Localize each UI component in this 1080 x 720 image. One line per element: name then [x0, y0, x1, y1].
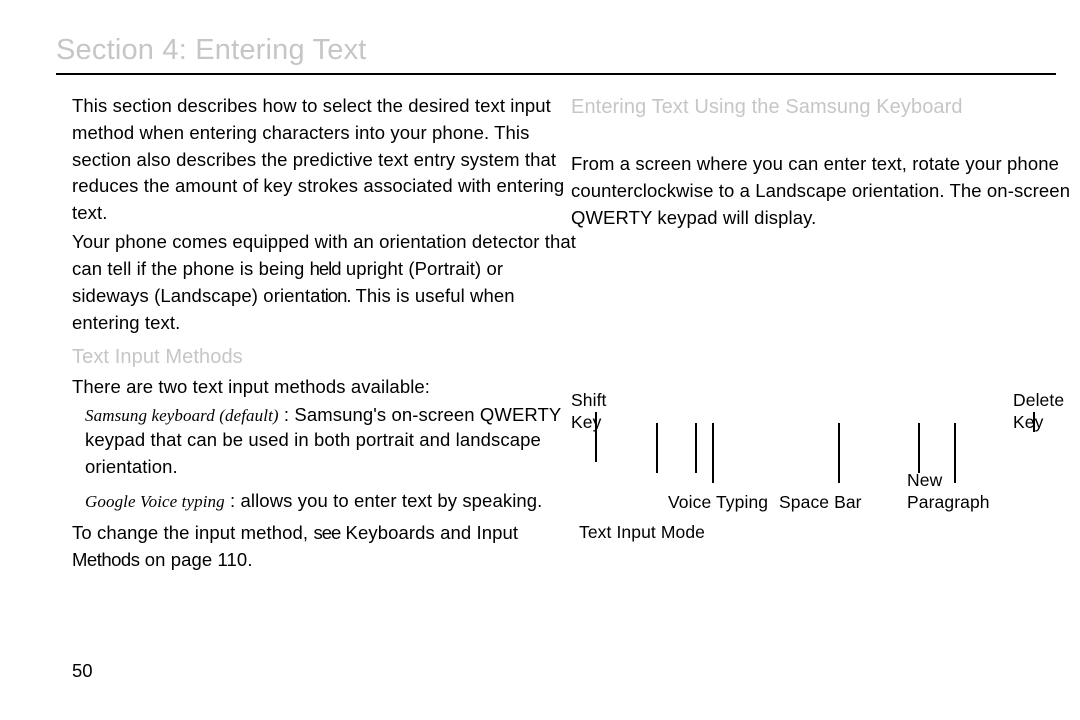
change-input-a: To change the input method,: [72, 522, 308, 543]
document-page: Section 4: Entering Text This section de…: [0, 0, 1080, 720]
change-input-2b: on page 110.: [145, 549, 253, 570]
orientation-line-3c: This is useful when: [355, 285, 514, 306]
change-input-b: see: [313, 522, 340, 543]
page-number: 50: [72, 660, 93, 682]
orientation-line-2b: held: [310, 258, 341, 279]
orientation-line-2: can tell if the phone is being held upri…: [72, 256, 503, 283]
text-input-methods-heading: Text Input Methods: [72, 343, 243, 372]
label-voice-typing: Voice Typing: [668, 490, 768, 515]
orientation-line-3: sideways (Landscape) orientation. This i…: [72, 283, 515, 310]
samsung-keyboard-heading: Entering Text Using the Samsung Keyboard: [571, 93, 1031, 121]
method-1-name: Samsung keyboard (default): [85, 406, 279, 425]
change-input-2a: Methods: [72, 549, 139, 570]
leader-line: [838, 423, 840, 483]
methods-intro: There are two text input methods availab…: [72, 374, 430, 401]
orientation-line-2a: can tell if the phone is being: [72, 258, 304, 279]
leader-line: [918, 423, 920, 473]
method-1-sep: :: [284, 404, 289, 425]
change-input-line-2: Methods on page 110.: [72, 547, 253, 574]
method-1-line-1: Samsung keyboard (default) : Samsung's o…: [85, 402, 561, 429]
label-text-input-mode: Text Input Mode: [579, 520, 705, 545]
horizontal-rule: [56, 73, 1056, 75]
orientation-line-4: entering text.: [72, 310, 180, 337]
leader-line: [712, 423, 714, 483]
orientation-line-2c: upright (Portrait) or: [346, 258, 503, 279]
method-1-cont: keypad that can be used in both portrait…: [85, 427, 565, 481]
orientation-line-1: Your phone comes equipped with an orient…: [72, 229, 602, 256]
orientation-line-3b: tion.: [321, 285, 351, 306]
label-space-bar: Space Bar: [779, 490, 862, 515]
section-title: Section 4: Entering Text: [56, 34, 367, 67]
method-2-rest: : allows you to enter text by speaking.: [230, 490, 542, 511]
label-delete-key: Delete Key: [1013, 390, 1080, 434]
intro-paragraph: This section describes how to select the…: [72, 93, 582, 227]
leader-line: [656, 423, 658, 473]
label-shift-key: Shift Key: [571, 390, 621, 434]
orientation-line-3a: sideways (Landscape) orienta: [72, 285, 321, 306]
change-input-line-1: To change the input method, see Keyboard…: [72, 520, 518, 547]
method-1-rest: Samsung's on-screen QWERTY: [294, 404, 561, 425]
method-2-name: Google Voice typing: [85, 492, 225, 511]
label-new-paragraph: New Paragraph: [907, 470, 1007, 514]
change-input-c: Keyboards and Input: [346, 522, 519, 543]
leader-line: [695, 423, 697, 473]
samsung-keyboard-paragraph: From a screen where you can enter text, …: [571, 151, 1080, 231]
method-2-line: Google Voice typing : allows you to ente…: [85, 488, 542, 515]
